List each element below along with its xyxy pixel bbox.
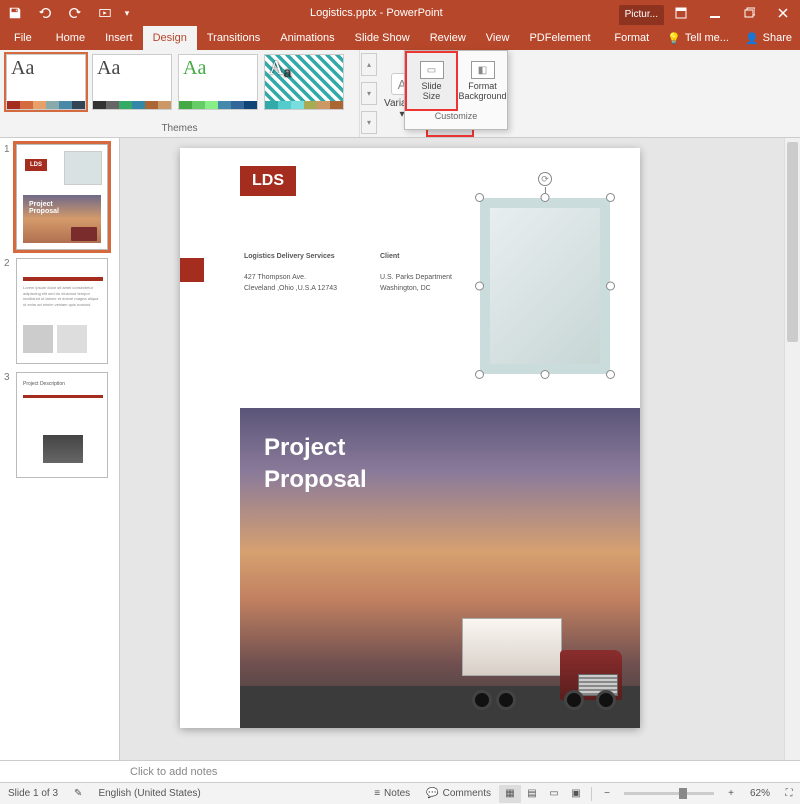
- fit-to-window-button[interactable]: ⛶: [778, 785, 800, 803]
- group-label-themes: Themes: [0, 123, 359, 137]
- context-tab-picture[interactable]: Pictur...: [619, 5, 664, 25]
- slide-editor[interactable]: LDS Logistics Delivery Services 427 Thom…: [120, 138, 800, 760]
- resize-handle-t[interactable]: [541, 193, 550, 202]
- lds-logo[interactable]: LDS: [240, 166, 296, 196]
- slide-thumb-2[interactable]: 2 Lorem ipsum dolor sit amet consectetur…: [4, 258, 115, 364]
- tab-transitions[interactable]: Transitions: [197, 26, 270, 50]
- ribbon-tabs: File Home Insert Design Transitions Anim…: [0, 26, 800, 50]
- format-background-button[interactable]: ◧ Format Background: [458, 51, 507, 111]
- tab-file[interactable]: File: [0, 26, 46, 50]
- company-address[interactable]: Logistics Delivery Services 427 Thompson…: [244, 252, 337, 294]
- tell-me-search[interactable]: 💡Tell me...: [659, 26, 737, 50]
- resize-handle-l[interactable]: [475, 282, 484, 291]
- zoom-in-button[interactable]: +: [720, 785, 742, 803]
- status-bar: Slide 1 of 3 ✎ English (United States) ≡…: [0, 782, 800, 804]
- resize-handle-r[interactable]: [606, 282, 615, 291]
- selected-picture[interactable]: ⟳: [470, 188, 620, 384]
- comments-button[interactable]: 💬 Comments: [418, 788, 499, 799]
- tab-insert[interactable]: Insert: [95, 26, 143, 50]
- theme-thumb-2[interactable]: Aa: [92, 54, 172, 110]
- notes-placeholder: Click to add notes: [130, 766, 217, 778]
- window-title: Logistics.pptx - PowerPoint: [134, 7, 619, 19]
- redo-button[interactable]: [60, 0, 90, 26]
- tab-design[interactable]: Design: [143, 26, 197, 50]
- notes-button[interactable]: ≡ Notes: [366, 788, 418, 799]
- group-themes: Aa Aa Aa Aa Themes: [0, 50, 360, 137]
- ribbon: Aa Aa Aa Aa Themes ▴▾▾ A Variants▾ ⬚ Cus…: [0, 50, 800, 138]
- tab-slideshow[interactable]: Slide Show: [345, 26, 420, 50]
- slide-thumb-3[interactable]: 3 Project Description: [4, 372, 115, 478]
- tab-view[interactable]: View: [476, 26, 520, 50]
- themes-more-button[interactable]: ▴▾▾: [360, 50, 378, 137]
- client-address[interactable]: Client U.S. Parks Department Washington,…: [380, 252, 452, 294]
- red-accent-box: [180, 258, 204, 282]
- zoom-out-button[interactable]: −: [596, 785, 618, 803]
- close-button[interactable]: [766, 0, 800, 26]
- theme-thumb-4[interactable]: Aa: [264, 54, 344, 110]
- slide-size-icon: ▭: [420, 61, 444, 79]
- reading-view-button[interactable]: ▭: [543, 785, 565, 803]
- slideshow-view-button[interactable]: ▣: [565, 785, 587, 803]
- truck-graphic: [462, 618, 622, 710]
- picture-content: [480, 198, 610, 374]
- save-button[interactable]: [0, 0, 30, 26]
- slide-title[interactable]: ProjectProposal: [264, 432, 367, 497]
- resize-handle-br[interactable]: [606, 370, 615, 379]
- theme-thumb-3[interactable]: Aa: [178, 54, 258, 110]
- resize-handle-tl[interactable]: [475, 193, 484, 202]
- customize-group-label: Customize: [405, 111, 507, 127]
- language-button[interactable]: English (United States): [90, 788, 208, 799]
- hero-image[interactable]: ProjectProposal: [240, 408, 640, 728]
- spell-check-icon[interactable]: ✎: [66, 788, 90, 799]
- resize-handle-bl[interactable]: [475, 370, 484, 379]
- slide-thumb-1[interactable]: 1 LDS Project Proposal: [4, 144, 115, 250]
- slide-thumbnails-pane: 1 LDS Project Proposal 2 Lorem ipsum dol…: [0, 138, 120, 760]
- start-from-beginning-button[interactable]: [90, 0, 120, 26]
- tab-review[interactable]: Review: [420, 26, 476, 50]
- notes-pane[interactable]: Click to add notes: [0, 760, 800, 782]
- resize-handle-tr[interactable]: [606, 193, 615, 202]
- zoom-slider[interactable]: [624, 792, 714, 795]
- minimize-button[interactable]: [698, 0, 732, 26]
- slide-size-button[interactable]: ▭ Slide Size: [405, 51, 458, 111]
- resize-handle-b[interactable]: [541, 370, 550, 379]
- vertical-scrollbar[interactable]: [784, 138, 800, 760]
- share-icon: 👤: [745, 32, 759, 45]
- zoom-level[interactable]: 62%: [742, 788, 778, 799]
- format-background-icon: ◧: [471, 61, 495, 79]
- theme-thumb-1[interactable]: Aa: [6, 54, 86, 110]
- lightbulb-icon: 💡: [667, 32, 681, 45]
- qat-customize-button[interactable]: ▾: [120, 0, 134, 26]
- undo-button[interactable]: [30, 0, 60, 26]
- tab-pdfelement[interactable]: PDFelement: [519, 26, 600, 50]
- tab-home[interactable]: Home: [46, 26, 95, 50]
- slide-canvas[interactable]: LDS Logistics Delivery Services 427 Thom…: [180, 148, 640, 728]
- ribbon-display-options-button[interactable]: [664, 0, 698, 26]
- rotate-handle[interactable]: ⟳: [538, 172, 552, 186]
- slide-sorter-view-button[interactable]: ▤: [521, 785, 543, 803]
- restore-button[interactable]: [732, 0, 766, 26]
- slide-counter[interactable]: Slide 1 of 3: [0, 788, 66, 799]
- customize-popup: ▭ Slide Size ◧ Format Background Customi…: [404, 50, 508, 130]
- tab-animations[interactable]: Animations: [270, 26, 344, 50]
- share-button[interactable]: 👤Share: [737, 26, 800, 50]
- title-bar: ▾ Logistics.pptx - PowerPoint Pictur...: [0, 0, 800, 26]
- normal-view-button[interactable]: ▦: [499, 785, 521, 803]
- tab-format[interactable]: Format: [604, 26, 659, 50]
